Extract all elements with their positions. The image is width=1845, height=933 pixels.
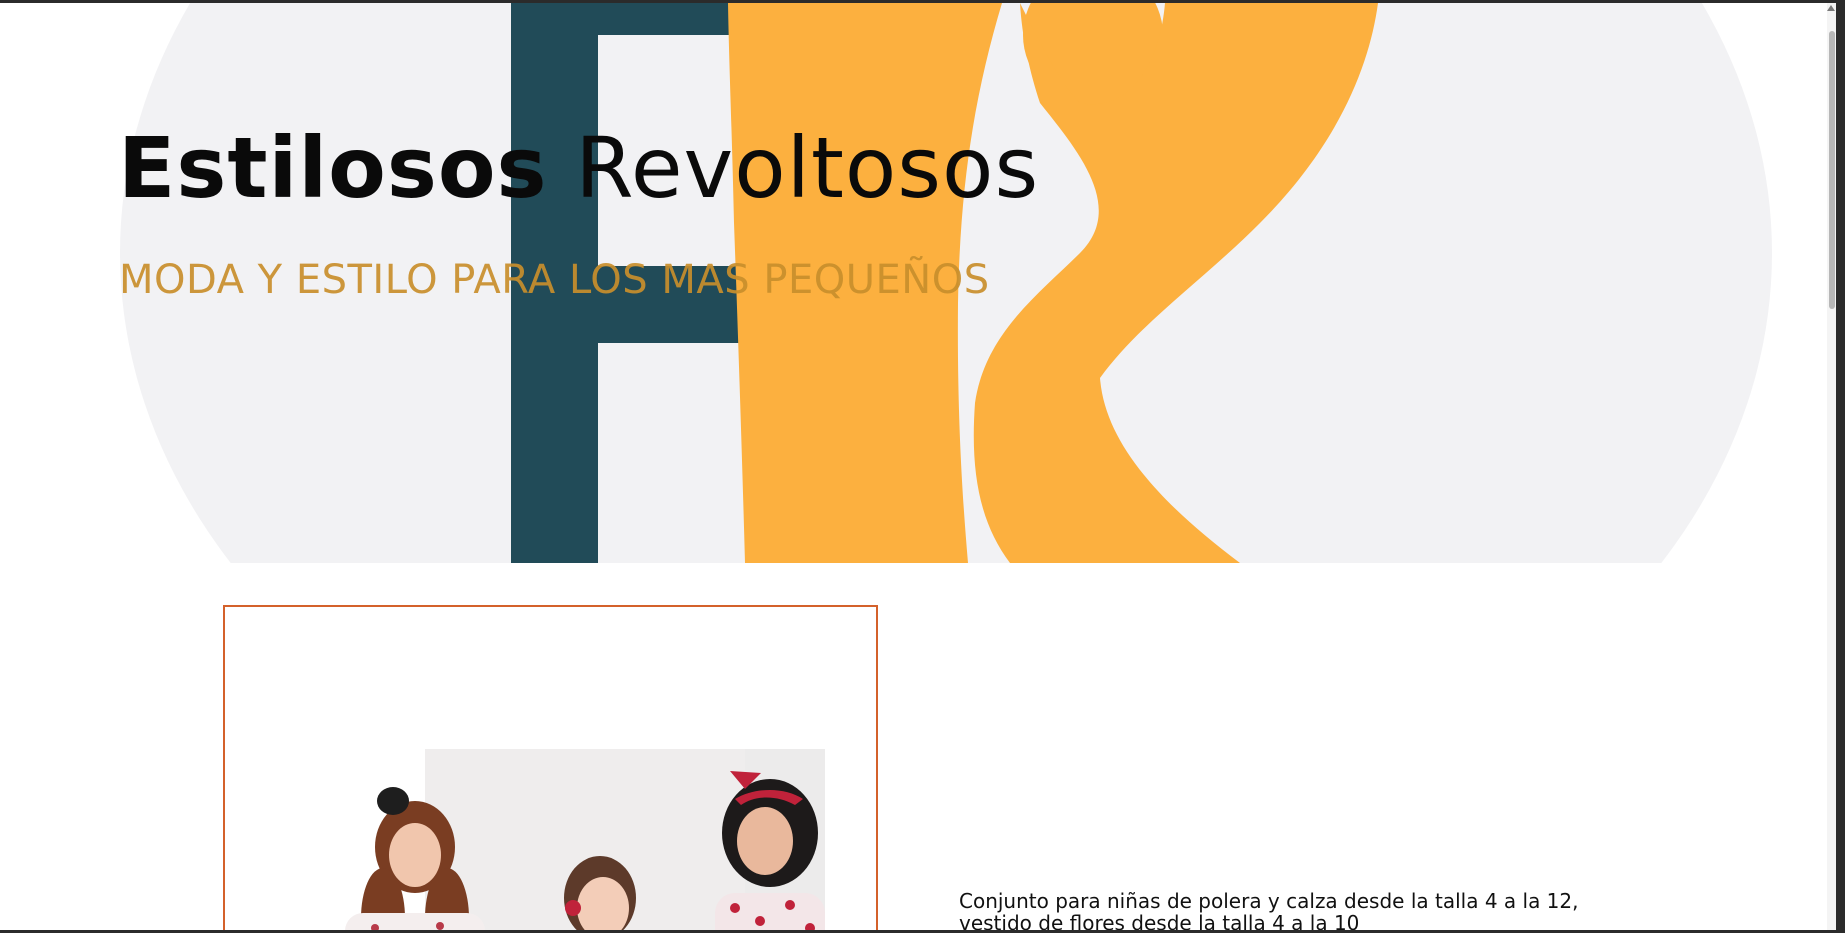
scroll-up-arrow-icon[interactable]	[1827, 5, 1835, 11]
vertical-scrollbar[interactable]	[1827, 3, 1836, 930]
scrollbar-thumb[interactable]	[1829, 31, 1835, 309]
page-viewport: Estilosos Revoltosos MODA Y ESTILO PARA …	[0, 3, 1836, 930]
site-title-part1: Estilosos	[118, 119, 548, 217]
product-card[interactable]	[223, 605, 878, 930]
site-title: Estilosos Revoltosos	[118, 119, 1039, 217]
site-header: Estilosos Revoltosos MODA Y ESTILO PARA …	[0, 3, 1836, 563]
site-tagline: MODA Y ESTILO PARA LOS MAS PEQUEÑOS	[119, 257, 990, 303]
product-description: Conjunto para niñas de polera y calza de…	[959, 889, 1579, 930]
three-girls-photo-icon	[225, 743, 876, 930]
site-title-part2: Revoltosos	[575, 119, 1040, 217]
